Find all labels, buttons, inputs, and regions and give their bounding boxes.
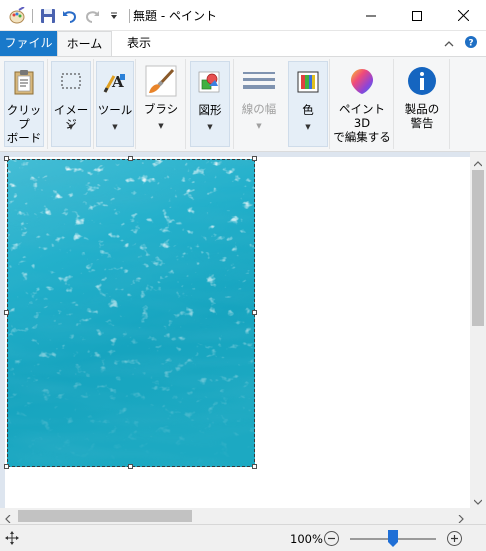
tab-file[interactable]: ファイル [0,31,57,56]
shapes-icon [194,66,226,98]
color-palette-icon [292,66,324,98]
scrollbar-corner [470,508,486,524]
zoom-slider-thumb[interactable] [388,530,398,547]
collapse-ribbon-icon[interactable] [444,37,454,51]
clipboard-label: クリップ ボード [6,103,42,145]
line-width-dropdown-icon: ▼ [256,122,262,130]
ribbon: クリップ ボード イメージ ▼ A ツール ▼ ブラシ ▼ 図形 ▼ 線の幅 ▼… [0,56,486,152]
shapes-group: 図形 ▼ [186,59,234,149]
shapes-dropdown-icon: ▼ [207,123,213,131]
colors-button[interactable]: 色 ▼ [288,61,328,147]
ribbon-options: ? [444,35,478,52]
brushes-dropdown-icon: ▼ [158,122,164,130]
resize-handle-nw[interactable] [4,156,9,161]
ribbon-tabs: ファイル ホーム 表示 ? [0,31,486,57]
tools-icon: A [99,66,131,98]
image-dropdown-icon: ▼ [68,123,74,131]
resize-handle-ne[interactable] [252,156,257,161]
customize-qat-icon[interactable] [103,6,125,26]
zoom-out-button[interactable] [324,531,339,546]
line-width-icon [243,65,275,97]
brushes-button[interactable]: ブラシ ▼ [140,61,182,147]
image-button[interactable]: イメージ ▼ [51,61,91,147]
resize-handle-se[interactable] [252,464,257,469]
resize-handle-n[interactable] [128,156,133,161]
clipboard-button[interactable]: クリップ ボード [4,61,44,147]
shapes-button[interactable]: 図形 ▼ [190,61,230,147]
resize-handle-s[interactable] [128,464,133,469]
horizontal-scroll-thumb[interactable] [18,510,192,522]
colors-group: 色 ▼ [286,59,330,149]
vertical-scroll-thumb[interactable] [472,170,484,326]
line-width-label: 線の幅 [241,102,277,116]
resize-handle-sw[interactable] [4,464,9,469]
paint-app-icon[interactable] [6,6,28,26]
undo-icon[interactable] [59,6,81,26]
tools-button[interactable]: A ツール ▼ [96,61,134,147]
brushes-group: ブラシ ▼ [136,59,186,149]
horizontal-scrollbar[interactable] [0,508,470,524]
window-controls [348,0,486,31]
quick-access-toolbar [6,6,134,26]
paint3d-label: ペイント 3D で編集する [333,102,391,144]
window-title: 無題 - ペイント [133,9,217,23]
redo-icon[interactable] [81,6,103,26]
selection-border [7,159,255,467]
tab-home[interactable]: ホーム [57,31,112,57]
select-icon [55,66,87,98]
maximize-button[interactable] [394,0,440,31]
svg-text:?: ? [468,39,473,49]
clipboard-group: クリップ ボード [0,59,48,149]
line-width-group: 線の幅 ▼ [234,59,284,149]
product-alert-label: 製品の 警告 [404,102,440,130]
colors-label: 色 [302,103,314,117]
cursor-position-icon [5,531,19,548]
scroll-up-icon[interactable] [473,156,483,170]
status-bar: 100% [0,524,486,551]
save-icon[interactable] [37,6,59,26]
tab-view[interactable]: 表示 [112,31,166,56]
help-icon[interactable]: ? [464,35,478,52]
image-group: イメージ ▼ [48,59,94,149]
colors-dropdown-icon: ▼ [305,123,311,131]
qat-separator [32,9,33,23]
product-alert-button[interactable]: 製品の 警告 [398,61,446,147]
close-button[interactable] [440,0,486,31]
edit-with-paint3d-button[interactable]: ペイント 3D で編集する [332,61,392,147]
selected-image[interactable] [4,156,257,469]
brushes-label: ブラシ [143,102,179,116]
zoom-in-button[interactable] [447,531,462,546]
tools-label: ツール [97,103,133,117]
minimize-button[interactable] [348,0,394,31]
scroll-down-icon[interactable] [473,494,483,508]
paint3d-icon [346,65,378,97]
vertical-scrollbar[interactable] [470,152,486,508]
resize-handle-e[interactable] [252,310,257,315]
paint3d-group: ペイント 3D で編集する [330,59,394,149]
clipboard-icon [8,66,40,98]
resize-handle-w[interactable] [4,310,9,315]
qat-separator [129,9,130,23]
info-icon [406,65,438,97]
title-bar: 無題 - ペイント [0,0,486,31]
tools-group: A ツール ▼ [94,59,136,149]
line-width-button[interactable]: 線の幅 ▼ [236,61,282,147]
product-alert-group: 製品の 警告 [394,59,450,149]
zoom-level-text: 100% [290,532,323,546]
tools-dropdown-icon: ▼ [112,123,118,131]
shapes-label: 図形 [198,103,222,117]
brush-icon [145,65,177,97]
